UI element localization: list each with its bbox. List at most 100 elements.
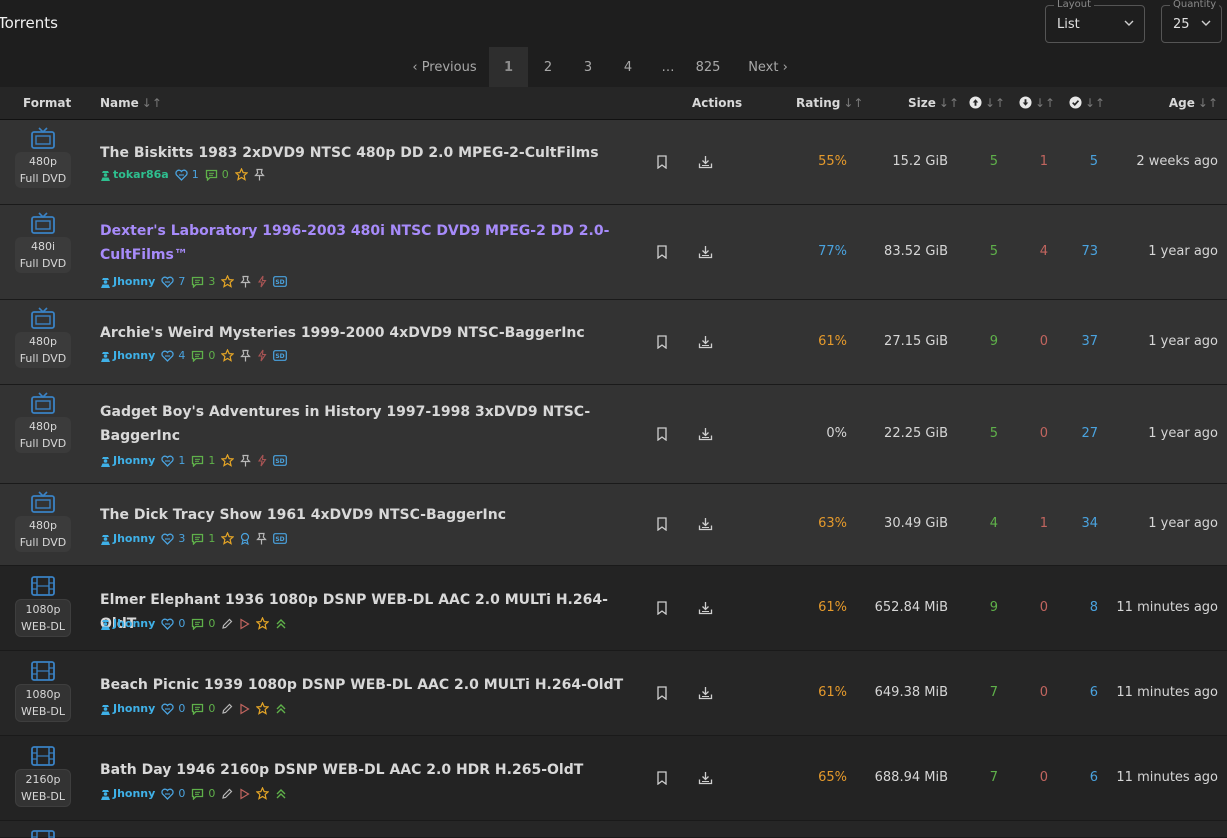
bookmark-icon[interactable] bbox=[656, 427, 668, 442]
torrent-name-link[interactable]: The Dick Tracy Show 1961 4xDVD9 NTSC-Bag… bbox=[100, 503, 630, 527]
bookmark-button[interactable] bbox=[656, 155, 668, 173]
torrent-name-link[interactable]: Bath Day 1946 2160p DSNP WEB-DL AAC 2.0 … bbox=[100, 758, 630, 782]
previous-page-link[interactable]: ‹ Previous bbox=[400, 47, 489, 87]
col-rating[interactable]: Rating ↓↑ bbox=[796, 96, 863, 110]
uploader-link[interactable]: Jhonny bbox=[100, 702, 155, 715]
torrent-name-link[interactable]: Beach Picnic 1939 1080p DSNP WEB-DL AAC … bbox=[100, 673, 630, 697]
seeders-count[interactable]: 7 bbox=[990, 685, 998, 700]
torrent-name-link[interactable]: The Biskitts 1983 2xDVD9 NTSC 480p DD 2.… bbox=[100, 141, 630, 165]
completed-count[interactable]: 5 bbox=[1090, 154, 1098, 169]
download-icon[interactable] bbox=[698, 427, 713, 441]
bookmark-button[interactable] bbox=[656, 601, 668, 619]
col-name[interactable]: Name ↓↑ bbox=[100, 96, 162, 110]
uploader-link[interactable]: tokar86a bbox=[100, 168, 169, 181]
uploader-link[interactable]: Jhonny bbox=[100, 617, 155, 630]
seeders-count[interactable]: 5 bbox=[990, 154, 998, 169]
download-button[interactable] bbox=[698, 686, 713, 704]
download-icon[interactable] bbox=[698, 155, 713, 169]
col-age[interactable]: Age ↓↑ bbox=[1169, 96, 1218, 110]
seeders-count[interactable]: 9 bbox=[990, 600, 998, 615]
bookmark-button[interactable] bbox=[656, 245, 668, 263]
bookmark-icon[interactable] bbox=[656, 155, 668, 170]
download-icon[interactable] bbox=[698, 335, 713, 349]
leechers-count[interactable]: 1 bbox=[1040, 516, 1048, 531]
seeders-count[interactable]: 5 bbox=[990, 426, 998, 441]
comments-count[interactable]: 0 bbox=[191, 787, 215, 800]
uploader-link[interactable]: Jhonny bbox=[100, 349, 155, 362]
leechers-count[interactable]: 0 bbox=[1040, 685, 1048, 700]
download-icon[interactable] bbox=[698, 686, 713, 700]
page-link-4[interactable]: 4 bbox=[608, 47, 648, 87]
bookmark-button[interactable] bbox=[656, 427, 668, 445]
download-button[interactable] bbox=[698, 427, 713, 445]
download-button[interactable] bbox=[698, 517, 713, 535]
uploader-link[interactable]: Jhonny bbox=[100, 532, 155, 545]
download-button[interactable] bbox=[698, 601, 713, 619]
leechers-count[interactable]: 0 bbox=[1040, 334, 1048, 349]
download-button[interactable] bbox=[698, 771, 713, 789]
completed-count[interactable]: 37 bbox=[1081, 334, 1098, 349]
page-link-825[interactable]: 825 bbox=[688, 47, 728, 87]
bookmark-button[interactable] bbox=[656, 517, 668, 535]
completed-count[interactable]: 34 bbox=[1081, 516, 1098, 531]
page-link-1[interactable]: 1 bbox=[489, 47, 528, 87]
torrent-name-link[interactable]: Dexter's Laboratory 1996-2003 480i NTSC … bbox=[100, 219, 630, 267]
leechers-count[interactable]: 4 bbox=[1040, 244, 1048, 259]
seeders-count[interactable]: 4 bbox=[990, 516, 998, 531]
completed-count[interactable]: 27 bbox=[1081, 426, 1098, 441]
leechers-count[interactable]: 0 bbox=[1040, 426, 1048, 441]
sort-icon: ↓↑ bbox=[1085, 96, 1106, 110]
leechers-count[interactable]: 1 bbox=[1040, 154, 1048, 169]
download-button[interactable] bbox=[698, 155, 713, 173]
bookmark-button[interactable] bbox=[656, 771, 668, 789]
completed-count[interactable]: 8 bbox=[1090, 600, 1098, 615]
download-icon[interactable] bbox=[698, 245, 713, 259]
bookmark-icon[interactable] bbox=[656, 771, 668, 786]
page-link-3[interactable]: 3 bbox=[568, 47, 608, 87]
torrent-name-link[interactable]: Archie's Weird Mysteries 1999-2000 4xDVD… bbox=[100, 321, 630, 345]
completed-count[interactable]: 6 bbox=[1090, 770, 1098, 785]
bookmark-icon[interactable] bbox=[656, 601, 668, 616]
bookmark-button[interactable] bbox=[656, 686, 668, 704]
leechers-count[interactable]: 0 bbox=[1040, 600, 1048, 615]
user-hat-icon bbox=[101, 789, 110, 800]
bookmark-icon[interactable] bbox=[656, 517, 668, 532]
release-type: Full DVD bbox=[19, 536, 67, 549]
comments-count[interactable]: 0 bbox=[191, 349, 215, 362]
bookmark-icon[interactable] bbox=[656, 335, 668, 350]
uploader-link[interactable]: Jhonny bbox=[100, 275, 155, 288]
download-button[interactable] bbox=[698, 245, 713, 263]
torrent-name-link[interactable]: Gadget Boy's Adventures in History 1997-… bbox=[100, 400, 630, 448]
completed-count[interactable]: 73 bbox=[1081, 244, 1098, 259]
leechers-count[interactable]: 0 bbox=[1040, 770, 1048, 785]
comments-count[interactable]: 1 bbox=[191, 454, 215, 467]
col-size[interactable]: Size ↓↑ bbox=[908, 96, 959, 110]
comments-count[interactable]: 0 bbox=[191, 617, 215, 630]
col-completed[interactable]: ↓↑ bbox=[1069, 96, 1105, 110]
page-link-2[interactable]: 2 bbox=[528, 47, 568, 87]
completed-count[interactable]: 6 bbox=[1090, 685, 1098, 700]
seeders-count[interactable]: 9 bbox=[990, 334, 998, 349]
seeders-count[interactable]: 7 bbox=[990, 770, 998, 785]
comments-count[interactable]: 3 bbox=[191, 275, 215, 288]
bookmark-icon[interactable] bbox=[656, 686, 668, 701]
uploader-link[interactable]: Jhonny bbox=[100, 454, 155, 467]
bookmark-button[interactable] bbox=[656, 335, 668, 353]
col-leechers[interactable]: ↓↑ bbox=[1019, 96, 1055, 110]
uploader-link[interactable]: Jhonny bbox=[100, 787, 155, 800]
col-seeders[interactable]: ↓↑ bbox=[969, 96, 1005, 110]
comments-count[interactable]: 0 bbox=[205, 168, 229, 181]
comments-count[interactable]: 1 bbox=[191, 532, 215, 545]
rating-value: 61% bbox=[818, 685, 847, 700]
seeders-count[interactable]: 5 bbox=[990, 244, 998, 259]
comments-count[interactable]: 0 bbox=[191, 702, 215, 715]
download-icon[interactable] bbox=[698, 601, 713, 615]
next-page-link[interactable]: Next › bbox=[728, 47, 808, 87]
layout-select[interactable]: Layout List bbox=[1045, 0, 1145, 43]
download-icon[interactable] bbox=[698, 771, 713, 785]
download-button[interactable] bbox=[698, 335, 713, 353]
download-icon[interactable] bbox=[698, 517, 713, 531]
arrow-up-circle-icon bbox=[969, 96, 982, 109]
bookmark-icon[interactable] bbox=[656, 245, 668, 260]
quantity-select[interactable]: Quantity 25 bbox=[1161, 0, 1222, 43]
